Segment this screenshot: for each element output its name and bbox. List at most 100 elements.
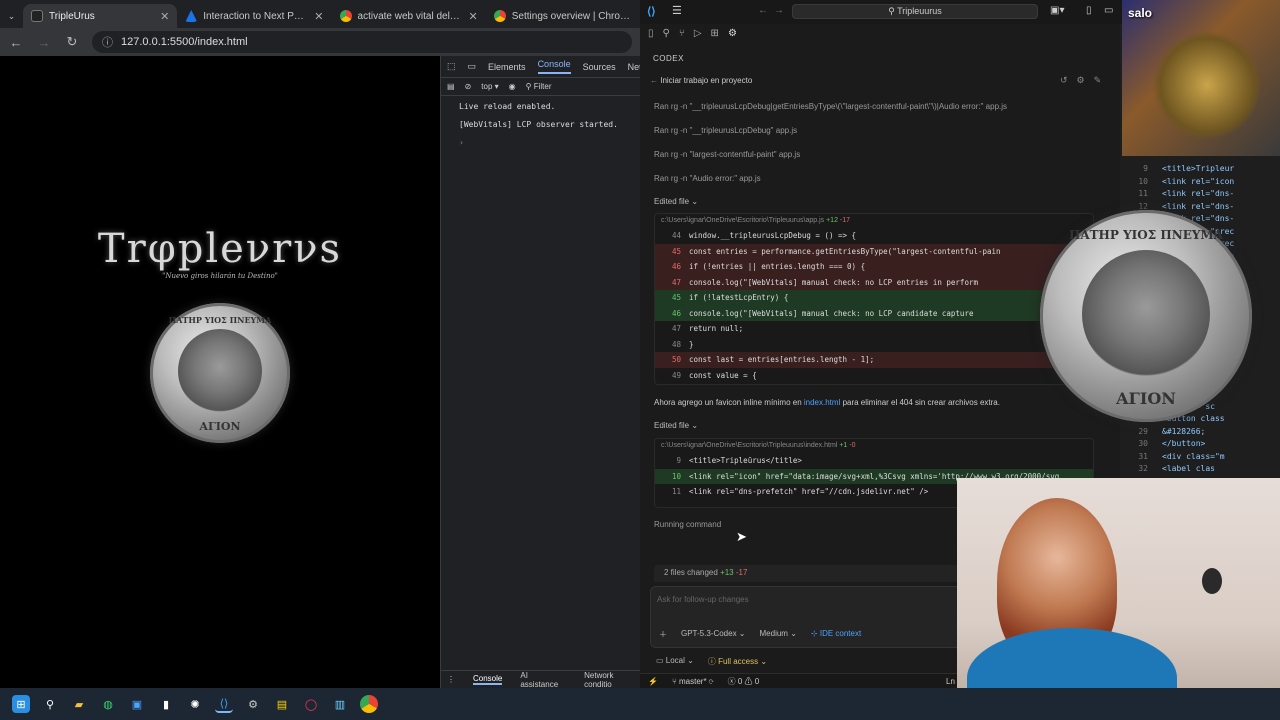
settings-icon[interactable]: ⚙	[244, 695, 262, 713]
access-select[interactable]: ⓘ Full access ⌄	[708, 656, 767, 667]
whatsapp-icon[interactable]: ◍	[99, 695, 117, 713]
line-number: 46	[671, 308, 681, 318]
openai-icon[interactable]: ✺	[186, 695, 204, 713]
inspect-icon[interactable]: ⬚	[447, 61, 456, 72]
file-explorer-icon[interactable]: ▰	[70, 695, 88, 713]
run-debug-icon[interactable]: ▷	[694, 28, 702, 39]
code-text: console.log("[WebVitals] manual check: n…	[689, 308, 974, 318]
url-input[interactable]: ⓘ 127.0.0.1:5500/index.html	[92, 31, 632, 53]
coin-bottom-text: ΑΓΙΟΝ	[1116, 389, 1176, 408]
line-number: 11	[1138, 189, 1148, 198]
toggle-panel-icon[interactable]: ▭	[1104, 5, 1113, 16]
command-center-search[interactable]: ⚲ Tripleuurus	[792, 4, 1038, 19]
nav-forward-icon[interactable]: →	[774, 5, 784, 16]
edited-file-toggle[interactable]: Edited file ⌄	[654, 421, 698, 430]
tab-web-vital[interactable]: activate web vital deltools - Bu ✕	[332, 4, 486, 28]
editor-line: 9 <title>Tripleur	[1120, 164, 1280, 177]
branch-indicator[interactable]: ⑂ master* ⟳	[672, 677, 714, 686]
edited-file-toggle[interactable]: Edited file ⌄	[654, 197, 698, 206]
copilot-icon[interactable]: ▣▾	[1050, 5, 1064, 16]
close-tab-icon[interactable]: ✕	[469, 10, 478, 23]
console-log-entry: [WebVitals] LCP observer started.	[459, 120, 618, 129]
ide-context-toggle[interactable]: ⊹ IDE context	[811, 629, 861, 640]
eye-icon[interactable]: ◉	[509, 82, 516, 91]
codex-icon[interactable]: ⚙	[728, 28, 737, 39]
drawer-tab-console[interactable]: Console	[473, 674, 503, 685]
forward-icon[interactable]: →	[36, 35, 52, 50]
toggle-sidebar-icon[interactable]: ▯	[1086, 5, 1092, 16]
chat-input-box[interactable]: Ask for follow-up changes ＋ GPT-5.3-Code…	[650, 586, 990, 648]
effort-select[interactable]: Medium ⌄	[760, 629, 797, 640]
console-toolbar: ▤ ⊘ top ▾ ◉ ⚲ Filter	[441, 78, 640, 96]
extensions-icon[interactable]: ⊞	[711, 28, 719, 39]
drawer-menu-icon[interactable]: ⋮	[447, 675, 455, 684]
chrome-icon	[339, 10, 352, 22]
settings-icon[interactable]: ⚙	[1077, 75, 1085, 86]
problems-indicator[interactable]: ⓧ 0 ⚠ 0	[728, 676, 760, 687]
tab-title: Settings overview | Chrome D	[511, 10, 632, 22]
clear-console-icon[interactable]: ⊘	[465, 82, 472, 91]
line-number: 48	[671, 339, 681, 349]
site-info-icon[interactable]: ⓘ	[102, 34, 113, 50]
vscode-icon[interactable]: ⟨⟩	[215, 695, 233, 713]
code-text: <div class="m	[1162, 451, 1225, 461]
line-number: 32	[1138, 464, 1148, 473]
diff-line-add: 45 if (!latestLcpEntry) {	[655, 290, 1093, 306]
windows-start-icon[interactable]: ⊞	[12, 695, 30, 713]
task-title: Iniciar trabajo en proyecto	[660, 76, 753, 85]
model-select[interactable]: GPT-5.3-Codex ⌄	[681, 629, 746, 640]
tab-search-icon[interactable]: ⌄	[0, 4, 23, 28]
remote-icon[interactable]: ⚡	[648, 677, 658, 686]
tab-title: Interaction to Next Paint (INP)	[203, 10, 309, 22]
url-text: 127.0.0.1:5500/index.html	[121, 36, 248, 48]
coin-top-text: ΠΑΤΗΡ ΥΙΟΣ ΠΝΕΥΜΑ	[168, 315, 272, 325]
menu-icon[interactable]: ☰	[672, 4, 682, 17]
tab-console[interactable]: Console	[537, 59, 571, 74]
page-viewport: Trφpleνrνs "Nuevo giros hilarán tu Desti…	[0, 56, 440, 688]
new-chat-icon[interactable]: ✎	[1094, 75, 1102, 86]
opera-icon[interactable]: ◯	[302, 695, 320, 713]
coin-logo-image[interactable]: ΠΑΤΗΡ ΥΙΟΣ ΠΝΕΥΜΑ ΑΓΙΟΝ	[150, 303, 290, 443]
search-icon[interactable]: ⚲	[41, 695, 59, 713]
tab-sources[interactable]: Sources	[583, 62, 616, 72]
search-icon[interactable]: ⚲	[663, 28, 670, 39]
cursor-position[interactable]: Ln	[946, 677, 955, 686]
editor-line: 10 <link rel="icon	[1120, 177, 1280, 190]
notepad-icon[interactable]: ▥	[331, 695, 349, 713]
close-tab-icon[interactable]: ✕	[314, 10, 323, 23]
tab-elements[interactable]: Elements	[488, 62, 526, 72]
source-control-icon[interactable]: ⑂	[679, 28, 685, 39]
reload-icon[interactable]: ↻	[64, 34, 80, 50]
console-prompt-icon[interactable]: ›	[441, 134, 640, 152]
drawer-tab-ai-assistance[interactable]: AI assistance	[520, 671, 566, 689]
chevron-down-icon: ⌄	[691, 421, 699, 430]
close-tab-icon[interactable]: ✕	[160, 10, 169, 23]
history-icon[interactable]: ↺	[1060, 75, 1068, 86]
add-context-icon[interactable]: ＋	[659, 629, 667, 640]
back-arrow-icon[interactable]: ←	[650, 76, 658, 85]
notes-icon[interactable]: ▤	[273, 695, 291, 713]
tab-settings-overview[interactable]: Settings overview | Chrome D	[486, 4, 640, 28]
lion-heads-icon	[1082, 250, 1210, 378]
app-icon[interactable]: ▮	[157, 695, 175, 713]
filter-input[interactable]: ⚲ Filter	[526, 82, 552, 91]
files-changed-summary[interactable]: 2 files changed +13 -17	[654, 565, 984, 582]
environment-select[interactable]: ▭ Local ⌄	[656, 656, 694, 667]
file-link[interactable]: index.html	[804, 398, 840, 407]
diff-line-ctx: 44 window.__tripleurusLcpDebug = () => {	[655, 228, 1093, 244]
line-number: 50	[671, 355, 681, 365]
nav-back-icon[interactable]: ←	[758, 5, 768, 16]
tab-tripleurus[interactable]: TripleUrus ✕	[23, 4, 178, 28]
chrome-icon[interactable]	[360, 695, 378, 713]
drawer-tab-network-conditions[interactable]: Network conditio	[584, 671, 641, 689]
tab-inp[interactable]: Interaction to Next Paint (INP) ✕	[177, 4, 331, 28]
code-text: const entries = performance.getEntriesBy…	[689, 246, 1001, 256]
device-toolbar-icon[interactable]: ▭	[468, 61, 477, 72]
store-icon[interactable]: ▣	[128, 695, 146, 713]
sidebar-toggle-icon[interactable]: ▤	[447, 82, 455, 91]
context-select[interactable]: top ▾	[481, 82, 498, 91]
task-header[interactable]: ← Iniciar trabajo en proyecto	[650, 76, 752, 85]
code-text: <link rel="dns-prefetch" href="//cdn.jsd…	[689, 487, 929, 497]
back-icon[interactable]: ←	[8, 35, 24, 50]
new-file-icon[interactable]: ▯	[648, 28, 654, 39]
